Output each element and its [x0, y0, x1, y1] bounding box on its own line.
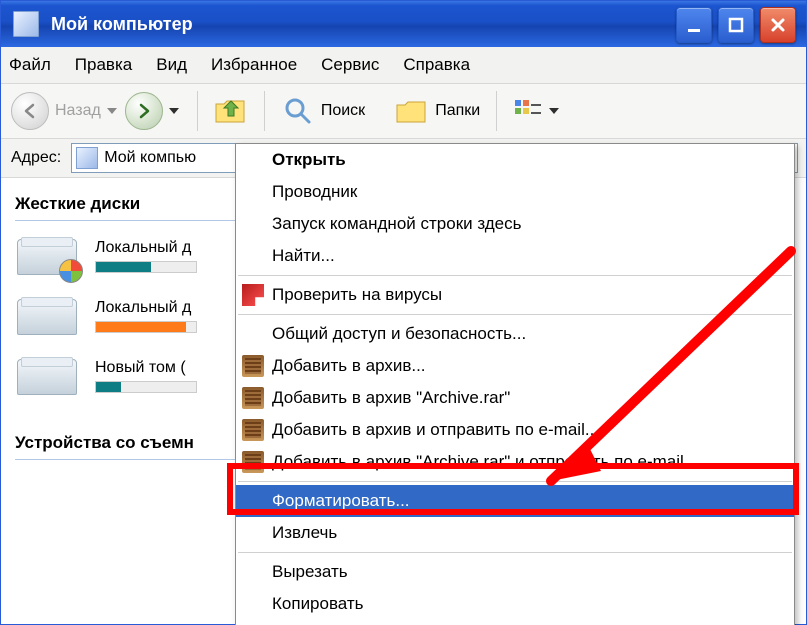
views-dropdown[interactable] — [549, 93, 561, 129]
context-menu-rar-mail-name[interactable]: Добавить в архив "Archive.rar" и отправи… — [236, 446, 794, 478]
back-dropdown[interactable] — [107, 93, 119, 129]
menu-file[interactable]: Файл — [9, 55, 51, 75]
context-menu-cmd-here[interactable]: Запуск командной строки здесь — [236, 208, 794, 240]
menu-edit[interactable]: Правка — [75, 55, 132, 75]
my-computer-icon-small — [76, 147, 98, 169]
drive-label: Новый том ( — [95, 359, 197, 377]
context-menu-separator — [238, 481, 792, 482]
context-menu-format[interactable]: Форматировать... — [236, 485, 794, 517]
hard-drive-icon — [15, 293, 79, 339]
address-value: Мой компью — [104, 149, 196, 167]
menu-view[interactable]: Вид — [156, 55, 187, 75]
minimize-button[interactable] — [676, 7, 712, 43]
close-button[interactable] — [760, 7, 796, 43]
toolbar-separator-3 — [496, 91, 497, 131]
context-menu-sharing[interactable]: Общий доступ и безопасность... — [236, 318, 794, 350]
folders-icon — [395, 96, 429, 126]
winrar-icon — [242, 451, 264, 473]
up-folder-button[interactable] — [214, 96, 248, 126]
drive-usage-bar — [95, 321, 197, 333]
context-menu-separator — [238, 275, 792, 276]
context-menu-find[interactable]: Найти... — [236, 240, 794, 272]
hard-drive-icon — [15, 233, 79, 279]
context-menu-separator — [238, 552, 792, 553]
my-computer-icon — [13, 11, 39, 37]
menu-tools[interactable]: Сервис — [321, 55, 379, 75]
search-icon — [281, 94, 315, 128]
drive-label: Локальный д — [95, 299, 197, 317]
context-menu-rar-add-name[interactable]: Добавить в архив "Archive.rar" — [236, 382, 794, 414]
context-menu-antivirus[interactable]: Проверить на вирусы — [236, 279, 794, 311]
explorer-window: Мой компьютер Файл Правка Вид Избранное … — [0, 0, 807, 625]
caption-buttons — [676, 7, 796, 43]
toolbar-separator-1 — [197, 91, 198, 131]
context-menu-copy[interactable]: Копировать — [236, 588, 794, 620]
menu-favorites[interactable]: Избранное — [211, 55, 297, 75]
views-button[interactable] — [513, 96, 543, 126]
winrar-icon — [242, 355, 264, 377]
winrar-icon — [242, 419, 264, 441]
address-label: Адрес: — [11, 149, 61, 167]
back-button[interactable] — [11, 92, 49, 130]
context-menu-open[interactable]: Открыть — [236, 144, 794, 176]
toolbar-separator-2 — [264, 91, 265, 131]
context-menu-eject[interactable]: Извлечь — [236, 517, 794, 549]
kaspersky-icon — [242, 284, 264, 306]
title-bar: Мой компьютер — [1, 1, 806, 47]
winrar-icon — [242, 387, 264, 409]
drive-usage-bar — [95, 381, 197, 393]
maximize-button[interactable] — [718, 7, 754, 43]
toolbar: Назад Поиск — [1, 84, 806, 139]
context-menu-explorer[interactable]: Проводник — [236, 176, 794, 208]
menu-help[interactable]: Справка — [403, 55, 470, 75]
context-menu-paste[interactable]: Вставить — [236, 620, 794, 625]
hard-drive-icon — [15, 353, 79, 399]
search-button[interactable]: Поиск — [321, 102, 365, 120]
forward-dropdown[interactable] — [169, 93, 181, 129]
context-menu-cut[interactable]: Вырезать — [236, 556, 794, 588]
drive-usage-bar — [95, 261, 197, 273]
window-title: Мой компьютер — [51, 14, 193, 35]
context-menu-rar-mail[interactable]: Добавить в архив и отправить по e-mail..… — [236, 414, 794, 446]
menu-bar: Файл Правка Вид Избранное Сервис Справка — [1, 47, 806, 84]
drive-label: Локальный д — [95, 239, 197, 257]
folders-button[interactable]: Папки — [435, 102, 480, 120]
context-menu-rar-add[interactable]: Добавить в архив... — [236, 350, 794, 382]
context-menu: Открыть Проводник Запуск командной строк… — [235, 143, 795, 625]
back-label: Назад — [55, 102, 101, 120]
forward-button[interactable] — [125, 92, 163, 130]
context-menu-separator — [238, 314, 792, 315]
